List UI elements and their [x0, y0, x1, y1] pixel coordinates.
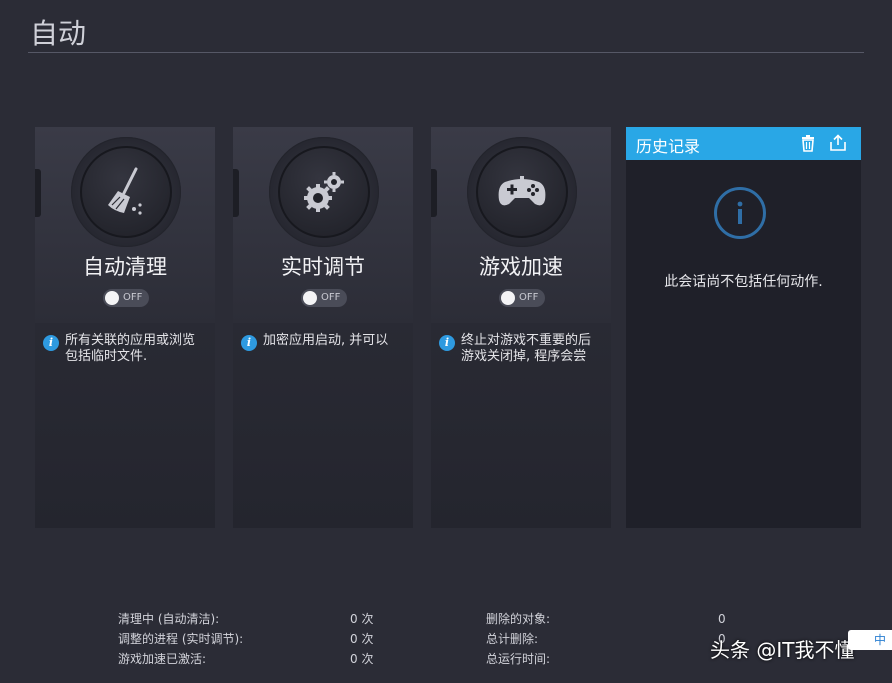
stat-row: 清理中 (自动清洁): 0 次 — [118, 611, 378, 631]
icon-ring — [269, 137, 379, 247]
info-circle-icon — [714, 187, 766, 239]
desc-line: 游戏关闭掉, 程序会尝 — [461, 349, 587, 364]
stat-value: 0 次 — [350, 652, 374, 666]
card-edge-tab — [233, 169, 239, 217]
info-icon: i — [439, 335, 455, 351]
watermark-text: 头条 @IT我不懂 — [710, 638, 855, 662]
card-description: i 所有关联的应用或浏览 包括临时文件. — [43, 333, 215, 365]
trash-icon[interactable] — [799, 134, 817, 152]
history-actions — [799, 134, 847, 152]
desc-line: 终止对游戏不重要的后 — [461, 333, 592, 348]
card-auto-clean: 自动清理 OFF i 所有关联的应用或浏览 包括临时文件. — [35, 127, 215, 528]
toggle-knob — [303, 291, 317, 305]
broom-icon — [80, 146, 172, 238]
history-title: 历史记录 — [636, 137, 701, 156]
stat-label: 删除的对象: — [486, 612, 551, 626]
card-edge-tab — [35, 169, 41, 217]
toggle-knob — [501, 291, 515, 305]
toggle-knob — [105, 291, 119, 305]
realtime-tuning-toggle[interactable]: OFF — [301, 289, 347, 307]
stat-label: 清理中 (自动清洁): — [118, 612, 220, 626]
game-boost-toggle[interactable]: OFF — [499, 289, 545, 307]
stat-row: 游戏加速已激活: 0 次 — [118, 651, 378, 671]
desc-line: 包括临时文件. — [65, 349, 148, 364]
language-badge[interactable]: 中 — [848, 630, 892, 650]
card-game-boost: 游戏加速 OFF i 终止对游戏不重要的后 游戏关闭掉, 程序会尝 — [431, 127, 611, 528]
stats-right: 删除的对象: 0 总计删除: 0 总运行时间: — [486, 611, 736, 671]
history-panel: 历史记录 此会话尚不包括任何动作. — [626, 127, 861, 528]
stat-label: 游戏加速已激活: — [118, 652, 207, 666]
card-realtime-tuning: 实时调节 OFF i 加密应用启动, 并可以 — [233, 127, 413, 528]
share-icon[interactable] — [829, 134, 847, 152]
stat-label: 总运行时间: — [486, 652, 551, 666]
card-title: 实时调节 — [281, 255, 365, 279]
stat-label: 调整的进程 (实时调节): — [118, 632, 244, 646]
page-title: 自动 — [30, 17, 87, 50]
desc-line: 加密应用启动, 并可以 — [263, 333, 389, 348]
gamepad-icon — [476, 146, 568, 238]
icon-ring — [71, 137, 181, 247]
icon-ring — [467, 137, 577, 247]
toggle-state: OFF — [321, 292, 341, 303]
stat-value: 0 次 — [350, 612, 374, 626]
stats-left: 清理中 (自动清洁): 0 次 调整的进程 (实时调节): 0 次 游戏加速已激… — [118, 611, 378, 671]
history-header: 历史记录 — [626, 127, 861, 160]
stat-row: 调整的进程 (实时调节): 0 次 — [118, 631, 378, 651]
history-empty-message: 此会话尚不包括任何动作. — [664, 274, 823, 290]
auto-clean-toggle[interactable]: OFF — [103, 289, 149, 307]
desc-line: 所有关联的应用或浏览 — [65, 333, 196, 348]
info-icon: i — [241, 335, 257, 351]
title-divider — [28, 52, 864, 53]
stat-value: 0 — [718, 612, 726, 626]
stat-row: 总计删除: 0 — [486, 631, 736, 651]
toggle-state: OFF — [519, 292, 539, 303]
card-title: 游戏加速 — [479, 255, 563, 279]
card-description: i 终止对游戏不重要的后 游戏关闭掉, 程序会尝 — [439, 333, 611, 365]
app-window: 自动 自动清理 OFF i 所有关联的应用或浏览 包括临时文件. 实时调节 OF… — [0, 0, 892, 683]
toggle-state: OFF — [123, 292, 143, 303]
stat-row: 删除的对象: 0 — [486, 611, 736, 631]
info-icon: i — [43, 335, 59, 351]
card-description: i 加密应用启动, 并可以 — [241, 333, 413, 351]
gears-icon — [278, 146, 370, 238]
stat-label: 总计删除: — [486, 632, 539, 646]
card-edge-tab — [431, 169, 437, 217]
stat-row: 总运行时间: — [486, 651, 736, 671]
stat-value: 0 次 — [350, 632, 374, 646]
card-title: 自动清理 — [83, 255, 167, 279]
